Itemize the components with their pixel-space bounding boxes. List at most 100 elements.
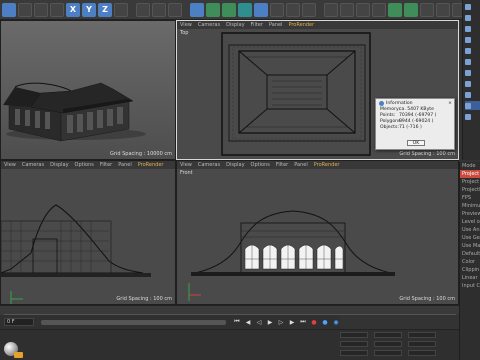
attr-row-use-animation: Use Ani <box>462 227 480 233</box>
object-manager <box>462 0 480 160</box>
object-row[interactable] <box>465 2 480 11</box>
null-object-icon <box>465 3 471 10</box>
grid-spacing-label: Grid Spacing : 10000 cm <box>110 151 172 157</box>
scene-floor-icon[interactable] <box>270 2 284 17</box>
timeline-ruler[interactable] <box>4 307 456 315</box>
scale-tool-icon[interactable] <box>50 2 64 17</box>
timeline[interactable] <box>0 305 459 315</box>
object-row[interactable] <box>465 112 480 121</box>
axis-z-button[interactable]: Z <box>98 2 112 17</box>
dialog-title: Information <box>386 100 413 106</box>
make-editable-icon[interactable] <box>324 2 338 17</box>
object-row[interactable] <box>465 90 480 99</box>
enable-axis-icon[interactable] <box>388 2 402 17</box>
object-row[interactable] <box>465 13 480 22</box>
ok-button[interactable]: OK <box>407 140 425 146</box>
light-icon[interactable] <box>302 2 316 17</box>
front-viewport[interactable]: View Cameras Display Options Filter Pane… <box>176 160 459 305</box>
rotation-b-field[interactable] <box>408 350 436 356</box>
perspective-viewport[interactable]: Grid Spacing : 10000 cm <box>0 20 176 160</box>
object-row[interactable] <box>465 57 480 66</box>
cube-primitive-icon[interactable] <box>190 2 204 17</box>
workplane-icon[interactable] <box>436 2 450 17</box>
attr-row-color: Color <box>462 259 476 265</box>
polygon-object-icon <box>465 58 471 65</box>
polygon-object-icon <box>465 69 471 76</box>
attr-row-use-generators: Use Ge <box>462 235 480 241</box>
autokey-icon[interactable]: ● <box>321 318 329 326</box>
coord-row-y <box>180 341 459 348</box>
camera-icon[interactable] <box>286 2 300 17</box>
size-y-field[interactable] <box>374 341 402 347</box>
side-view-wireframe <box>1 204 151 304</box>
go-to-end-icon[interactable]: ⏭ <box>299 318 307 326</box>
attr-row-clipping: Clippin <box>462 267 480 273</box>
position-y-field[interactable] <box>340 341 368 347</box>
undo-icon[interactable] <box>2 2 16 17</box>
axis-x-button[interactable]: X <box>66 2 80 17</box>
edges-mode-icon[interactable] <box>356 2 370 17</box>
deformer-icon[interactable] <box>254 2 268 17</box>
axis-y-button[interactable]: Y <box>82 2 96 17</box>
render-picture-viewer-icon[interactable] <box>152 2 166 17</box>
object-row-selected[interactable] <box>465 101 480 110</box>
close-icon[interactable]: × <box>446 101 454 106</box>
dialog-header: Information × <box>376 99 454 107</box>
object-row[interactable] <box>465 68 480 77</box>
tweak-mode-icon[interactable] <box>404 2 418 17</box>
play-icon[interactable]: ▶ <box>266 318 274 326</box>
polygon-object-icon <box>465 113 471 120</box>
rotation-p-field[interactable] <box>408 341 436 347</box>
main-toolbar: X Y Z <box>0 0 466 20</box>
next-frame-icon[interactable]: ▷ <box>277 318 285 326</box>
points-mode-icon[interactable] <box>340 2 354 17</box>
polygon-object-icon <box>465 47 471 54</box>
rotation-h-field[interactable] <box>408 332 436 338</box>
attr-tab-project[interactable]: Project S <box>460 170 480 178</box>
key-selection-icon[interactable]: ◉ <box>332 318 340 326</box>
attr-row-fps: FPS <box>462 195 472 201</box>
next-key-icon[interactable]: ▶ <box>288 318 296 326</box>
position-x-field[interactable] <box>340 332 368 338</box>
go-to-start-icon[interactable]: ⏮ <box>233 318 241 326</box>
size-z-field[interactable] <box>374 350 402 356</box>
render-view-icon[interactable] <box>136 2 150 17</box>
polygon-object-icon <box>465 91 471 98</box>
pen-spline-icon[interactable] <box>206 2 220 17</box>
size-x-field[interactable] <box>374 332 402 338</box>
previous-frame-icon[interactable]: ◁ <box>255 318 263 326</box>
subdivision-surface-icon[interactable] <box>222 2 236 17</box>
null-object-icon <box>465 14 471 21</box>
object-row[interactable] <box>465 24 480 33</box>
world-coordinates-icon[interactable] <box>114 2 128 17</box>
previous-key-icon[interactable]: ◀ <box>244 318 252 326</box>
attr-row-linear: Linear <box>462 275 478 281</box>
right-viewport[interactable]: View Cameras Display Options Filter Pane… <box>0 160 176 305</box>
attr-row-input-color: Input C <box>462 283 480 289</box>
position-z-field[interactable] <box>340 350 368 356</box>
attr-row-mode[interactable]: Mode <box>460 162 480 170</box>
info-icon <box>379 100 384 106</box>
snapping-icon[interactable] <box>420 2 434 17</box>
frame-range-slider[interactable] <box>41 319 226 325</box>
material-tag-icon[interactable] <box>14 352 23 358</box>
object-row[interactable] <box>465 46 480 55</box>
object-row[interactable] <box>465 79 480 88</box>
render-settings-icon[interactable] <box>168 2 182 17</box>
polygon-object-icon <box>465 25 471 32</box>
material-manager <box>0 329 180 360</box>
move-tool-icon[interactable] <box>34 2 48 17</box>
record-icon[interactable]: ● <box>310 318 318 326</box>
cloner-icon[interactable] <box>238 2 252 17</box>
transport-bar: 0 F ⏮ ◀ ◁ ▶ ▷ ▶ ⏭ ● ● ◉ <box>0 315 340 329</box>
attr-section-project-settings: Project Se <box>462 179 480 185</box>
current-frame-field[interactable]: 0 F <box>4 318 34 326</box>
object-row[interactable] <box>465 35 480 44</box>
attr-row-use-manual: Use Ma <box>462 243 480 249</box>
attr-row-project-scale: ProjectI <box>462 187 480 193</box>
polygons-mode-icon[interactable] <box>372 2 386 17</box>
front-view-wireframe <box>188 210 395 301</box>
polygon-object-icon <box>465 80 471 87</box>
live-selection-icon[interactable] <box>18 2 32 17</box>
polygon-object-icon <box>465 102 471 109</box>
